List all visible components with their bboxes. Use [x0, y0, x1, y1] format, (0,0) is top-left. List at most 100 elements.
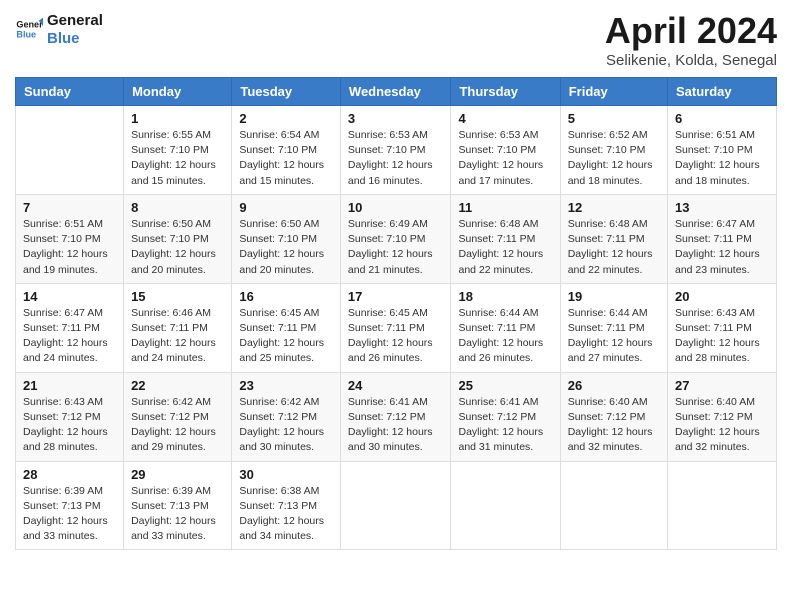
header-saturday: Saturday: [668, 78, 777, 106]
day-info: Sunrise: 6:53 AMSunset: 7:10 PMDaylight:…: [458, 128, 552, 189]
day-info: Sunrise: 6:45 AMSunset: 7:11 PMDaylight:…: [348, 306, 444, 367]
day-info: Sunrise: 6:51 AMSunset: 7:10 PMDaylight:…: [675, 128, 769, 189]
day-info: Sunrise: 6:43 AMSunset: 7:12 PMDaylight:…: [23, 395, 116, 456]
calendar-cell: 4 Sunrise: 6:53 AMSunset: 7:10 PMDaylight…: [451, 106, 560, 195]
day-info: Sunrise: 6:39 AMSunset: 7:13 PMDaylight:…: [131, 484, 224, 545]
calendar-header-row: SundayMondayTuesdayWednesdayThursdayFrid…: [16, 78, 777, 106]
header-tuesday: Tuesday: [232, 78, 341, 106]
calendar-cell: 22Sunrise: 6:42 AMSunset: 7:12 PMDayligh…: [124, 372, 232, 461]
calendar-cell: [340, 461, 451, 550]
day-number: 9: [239, 200, 333, 215]
day-info: Sunrise: 6:44 AMSunset: 7:11 PMDaylight:…: [458, 306, 552, 367]
calendar-cell: 12Sunrise: 6:48 AMSunset: 7:11 PMDayligh…: [560, 194, 667, 283]
calendar-week-5: 28Sunrise: 6:39 AMSunset: 7:13 PMDayligh…: [16, 461, 777, 550]
day-info: Sunrise: 6:48 AMSunset: 7:11 PMDaylight:…: [458, 217, 552, 278]
day-info: Sunrise: 6:41 AMSunset: 7:12 PMDaylight:…: [458, 395, 552, 456]
calendar-week-2: 7 Sunrise: 6:51 AMSunset: 7:10 PMDaylight…: [16, 194, 777, 283]
calendar-cell: [451, 461, 560, 550]
day-number: 14: [23, 289, 116, 304]
calendar-cell: 30 Sunrise: 6:38 AMSunset: 7:13 PMDayligh…: [232, 461, 341, 550]
calendar-cell: 23Sunrise: 6:42 AMSunset: 7:12 PMDayligh…: [232, 372, 341, 461]
day-info: Sunrise: 6:42 AMSunset: 7:12 PMDaylight:…: [131, 395, 224, 456]
logo-icon: General Blue: [15, 15, 43, 43]
calendar-cell: 16 Sunrise: 6:45 AMSunset: 7:11 PMDayligh…: [232, 283, 341, 372]
day-number: 29: [131, 467, 224, 482]
calendar-cell: 27Sunrise: 6:40 AMSunset: 7:12 PMDayligh…: [668, 372, 777, 461]
day-number: 17: [348, 289, 444, 304]
calendar-cell: 21 Sunrise: 6:43 AMSunset: 7:12 PMDayligh…: [16, 372, 124, 461]
day-info: Sunrise: 6:50 AMSunset: 7:10 PMDaylight:…: [239, 217, 333, 278]
calendar-cell: 5 Sunrise: 6:52 AMSunset: 7:10 PMDaylight…: [560, 106, 667, 195]
calendar-cell: 28Sunrise: 6:39 AMSunset: 7:13 PMDayligh…: [16, 461, 124, 550]
svg-text:General: General: [16, 20, 43, 30]
title-block: April 2024 Selikenie, Kolda, Senegal: [605, 10, 777, 69]
calendar-cell: 7 Sunrise: 6:51 AMSunset: 7:10 PMDaylight…: [16, 194, 124, 283]
day-number: 10: [348, 200, 444, 215]
calendar-cell: 3 Sunrise: 6:53 AMSunset: 7:10 PMDaylight…: [340, 106, 451, 195]
day-info: Sunrise: 6:49 AMSunset: 7:10 PMDaylight:…: [348, 217, 444, 278]
day-number: 2: [239, 111, 333, 126]
month-title: April 2024: [605, 10, 777, 52]
calendar-cell: 11 Sunrise: 6:48 AMSunset: 7:11 PMDayligh…: [451, 194, 560, 283]
day-number: 11: [458, 200, 552, 215]
day-number: 24: [348, 378, 444, 393]
calendar-cell: 17 Sunrise: 6:45 AMSunset: 7:11 PMDayligh…: [340, 283, 451, 372]
header-friday: Friday: [560, 78, 667, 106]
day-info: Sunrise: 6:52 AMSunset: 7:10 PMDaylight:…: [568, 128, 660, 189]
day-info: Sunrise: 6:39 AMSunset: 7:13 PMDaylight:…: [23, 484, 116, 545]
day-number: 20: [675, 289, 769, 304]
day-info: Sunrise: 6:43 AMSunset: 7:11 PMDaylight:…: [675, 306, 769, 367]
day-number: 8: [131, 200, 224, 215]
day-info: Sunrise: 6:46 AMSunset: 7:11 PMDaylight:…: [131, 306, 224, 367]
day-info: Sunrise: 6:55 AMSunset: 7:10 PMDaylight:…: [131, 128, 224, 189]
calendar-cell: 8Sunrise: 6:50 AMSunset: 7:10 PMDaylight…: [124, 194, 232, 283]
calendar: SundayMondayTuesdayWednesdayThursdayFrid…: [15, 77, 777, 550]
day-number: 16: [239, 289, 333, 304]
day-info: Sunrise: 6:47 AMSunset: 7:11 PMDaylight:…: [675, 217, 769, 278]
calendar-week-3: 14 Sunrise: 6:47 AMSunset: 7:11 PMDayligh…: [16, 283, 777, 372]
day-number: 5: [568, 111, 660, 126]
day-number: 13: [675, 200, 769, 215]
calendar-cell: 26 Sunrise: 6:40 AMSunset: 7:12 PMDayligh…: [560, 372, 667, 461]
day-number: 25: [458, 378, 552, 393]
day-number: 15: [131, 289, 224, 304]
calendar-cell: [560, 461, 667, 550]
calendar-cell: 18Sunrise: 6:44 AMSunset: 7:11 PMDayligh…: [451, 283, 560, 372]
day-number: 30: [239, 467, 333, 482]
header-monday: Monday: [124, 78, 232, 106]
day-number: 3: [348, 111, 444, 126]
day-number: 6: [675, 111, 769, 126]
day-number: 26: [568, 378, 660, 393]
day-info: Sunrise: 6:54 AMSunset: 7:10 PMDaylight:…: [239, 128, 333, 189]
day-info: Sunrise: 6:41 AMSunset: 7:12 PMDaylight:…: [348, 395, 444, 456]
calendar-cell: 10 Sunrise: 6:49 AMSunset: 7:10 PMDayligh…: [340, 194, 451, 283]
calendar-cell: 24 Sunrise: 6:41 AMSunset: 7:12 PMDayligh…: [340, 372, 451, 461]
calendar-cell: [668, 461, 777, 550]
calendar-cell: 15 Sunrise: 6:46 AMSunset: 7:11 PMDayligh…: [124, 283, 232, 372]
day-info: Sunrise: 6:51 AMSunset: 7:10 PMDaylight:…: [23, 217, 116, 278]
day-number: 27: [675, 378, 769, 393]
day-number: 4: [458, 111, 552, 126]
calendar-cell: 29 Sunrise: 6:39 AMSunset: 7:13 PMDayligh…: [124, 461, 232, 550]
calendar-cell: 2 Sunrise: 6:54 AMSunset: 7:10 PMDaylight…: [232, 106, 341, 195]
calendar-cell: 1Sunrise: 6:55 AMSunset: 7:10 PMDaylight…: [124, 106, 232, 195]
day-info: Sunrise: 6:53 AMSunset: 7:10 PMDaylight:…: [348, 128, 444, 189]
calendar-week-1: 1Sunrise: 6:55 AMSunset: 7:10 PMDaylight…: [16, 106, 777, 195]
day-number: 7: [23, 200, 116, 215]
day-number: 12: [568, 200, 660, 215]
logo: General Blue General Blue: [15, 10, 103, 48]
day-info: Sunrise: 6:45 AMSunset: 7:11 PMDaylight:…: [239, 306, 333, 367]
day-info: Sunrise: 6:38 AMSunset: 7:13 PMDaylight:…: [239, 484, 333, 545]
calendar-cell: 9 Sunrise: 6:50 AMSunset: 7:10 PMDaylight…: [232, 194, 341, 283]
calendar-cell: 25 Sunrise: 6:41 AMSunset: 7:12 PMDayligh…: [451, 372, 560, 461]
day-info: Sunrise: 6:40 AMSunset: 7:12 PMDaylight:…: [568, 395, 660, 456]
day-number: 21: [23, 378, 116, 393]
day-info: Sunrise: 6:42 AMSunset: 7:12 PMDaylight:…: [239, 395, 333, 456]
day-number: 19: [568, 289, 660, 304]
day-info: Sunrise: 6:44 AMSunset: 7:11 PMDaylight:…: [568, 306, 660, 367]
day-info: Sunrise: 6:47 AMSunset: 7:11 PMDaylight:…: [23, 306, 116, 367]
location: Selikenie, Kolda, Senegal: [605, 52, 777, 69]
calendar-cell: 14 Sunrise: 6:47 AMSunset: 7:11 PMDayligh…: [16, 283, 124, 372]
calendar-cell: [16, 106, 124, 195]
calendar-cell: 19 Sunrise: 6:44 AMSunset: 7:11 PMDayligh…: [560, 283, 667, 372]
